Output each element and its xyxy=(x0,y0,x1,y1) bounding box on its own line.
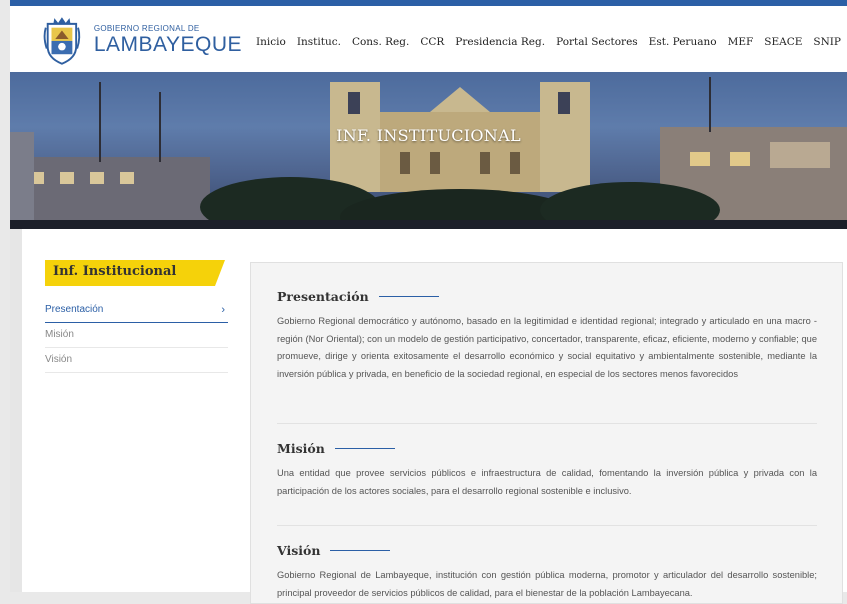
title-underline xyxy=(334,448,395,449)
sidebar-item-vision[interactable]: Visión xyxy=(45,348,228,373)
section-vision: Visión Gobierno Regional de Lambayeque, … xyxy=(277,543,817,602)
section-text: Gobierno Regional democrático y autónomo… xyxy=(277,316,817,379)
section-text: Gobierno Regional de Lambayeque, institu… xyxy=(277,570,817,598)
site-header: GOBIERNO REGIONAL DE LAMBAYEQUE Inicio I… xyxy=(10,6,847,72)
sidebar-menu: Presentación › Misión Visión xyxy=(45,298,228,373)
content-panel: Presentación Gobierno Regional democráti… xyxy=(250,262,843,604)
site-logo[interactable]: GOBIERNO REGIONAL DE LAMBAYEQUE xyxy=(42,12,242,68)
sidebar-title-text: Inf. Institucional xyxy=(53,264,177,279)
section-title: Visión xyxy=(277,543,321,558)
sidebar-item-label: Misión xyxy=(45,329,74,340)
sidebar-item-mision[interactable]: Misión xyxy=(45,323,228,348)
nav-inicio[interactable]: Inicio xyxy=(256,36,286,48)
coat-of-arms-icon xyxy=(43,17,81,65)
city-skyline-image xyxy=(10,72,847,229)
sidebar-item-label: Visión xyxy=(45,354,73,365)
section-presentacion: Presentación Gobierno Regional democráti… xyxy=(277,289,817,383)
section-title: Misión xyxy=(277,441,325,456)
nav-presidencia-reg[interactable]: Presidencia Reg. xyxy=(455,36,545,48)
nav-est-peruano[interactable]: Est. Peruano xyxy=(649,36,717,48)
title-underline xyxy=(378,296,439,297)
hero-banner: INF. INSTITUCIONAL xyxy=(10,72,847,229)
banner-title: INF. INSTITUCIONAL xyxy=(336,126,521,145)
section-title: Presentación xyxy=(277,289,369,304)
sidebar-item-presentacion[interactable]: Presentación › xyxy=(45,298,228,323)
logo-subtitle: GOBIERNO REGIONAL DE xyxy=(93,24,200,33)
nav-ccr[interactable]: CCR xyxy=(420,36,444,48)
left-gutter xyxy=(10,229,22,592)
sidebar-item-label: Presentación xyxy=(45,304,104,315)
sidebar-title: Inf. Institucional xyxy=(45,260,225,286)
page: GOBIERNO REGIONAL DE LAMBAYEQUE Inicio I… xyxy=(10,0,847,604)
nav-mef[interactable]: MEF xyxy=(728,36,754,48)
section-text: Una entidad que provee servicios público… xyxy=(277,468,817,496)
chevron-right-icon: › xyxy=(221,304,225,316)
main-nav: Inicio Instituc. Cons. Reg. CCR Presiden… xyxy=(245,36,841,48)
section-mision: Misión Una entidad que provee servicios … xyxy=(277,441,817,500)
title-underline xyxy=(330,550,391,551)
nav-instituc[interactable]: Instituc. xyxy=(297,36,341,48)
logo-title: LAMBAYEQUE xyxy=(93,33,242,56)
nav-portal-sectores[interactable]: Portal Sectores xyxy=(556,36,638,48)
nav-seace[interactable]: SEACE xyxy=(764,36,802,48)
sidebar: Inf. Institucional Presentación › Misión… xyxy=(45,260,228,373)
section-divider xyxy=(277,423,817,424)
section-divider xyxy=(277,525,817,526)
nav-snip[interactable]: SNIP xyxy=(813,36,841,48)
nav-cons-reg[interactable]: Cons. Reg. xyxy=(352,36,409,48)
